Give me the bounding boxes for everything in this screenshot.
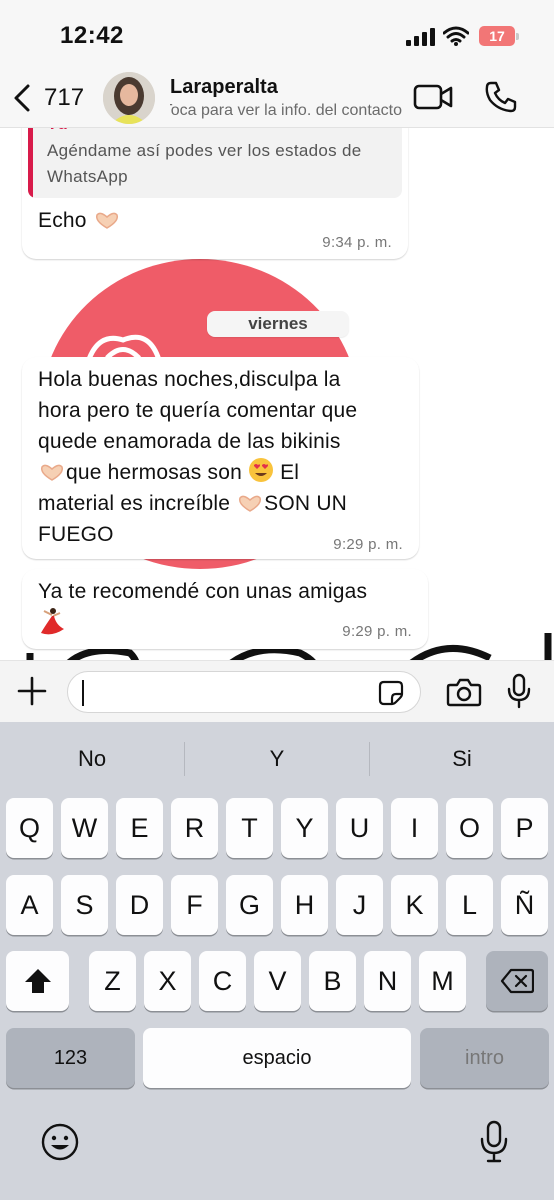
- heart-eyes-emoji-icon: [249, 458, 274, 482]
- contact-name[interactable]: Laraperalta: [170, 76, 278, 99]
- emoji-keyboard-icon[interactable]: [40, 1122, 80, 1162]
- key-z[interactable]: Z: [89, 951, 136, 1011]
- key-p[interactable]: P: [501, 798, 548, 858]
- key-s[interactable]: S: [61, 875, 108, 935]
- backspace-key[interactable]: [486, 951, 548, 1011]
- keyboard: No Y Si Q W E R T Y U I O P A S D F G H …: [0, 722, 554, 1200]
- message-line-text: SON UN: [264, 492, 348, 515]
- sticker-icon[interactable]: [378, 680, 404, 706]
- key-v[interactable]: V: [254, 951, 301, 1011]
- message-line: que hermosas son El: [38, 457, 408, 488]
- key-c[interactable]: C: [199, 951, 246, 1011]
- battery-icon: 17: [479, 26, 519, 46]
- wifi-icon: [443, 26, 469, 46]
- key-u[interactable]: U: [336, 798, 383, 858]
- chat-area[interactable]: Tú Agéndame así podes ver los estados de…: [0, 128, 554, 660]
- key-enye[interactable]: Ñ: [501, 875, 548, 935]
- backspace-icon: [500, 968, 535, 994]
- key-m[interactable]: M: [419, 951, 466, 1011]
- message-text-body: Echo: [38, 209, 87, 232]
- key-b[interactable]: B: [309, 951, 356, 1011]
- space-key[interactable]: espacio: [143, 1028, 411, 1088]
- microphone-icon[interactable]: [506, 673, 532, 709]
- key-o[interactable]: O: [446, 798, 493, 858]
- contact-avatar[interactable]: [103, 72, 155, 124]
- video-call-icon[interactable]: [413, 84, 453, 110]
- suggestion-item[interactable]: Y: [185, 722, 369, 796]
- key-h[interactable]: H: [281, 875, 328, 935]
- contact-info-hint[interactable]: Toca para ver la info. del contacto: [170, 102, 402, 120]
- message-timestamp: 9:34 p. m.: [322, 234, 392, 251]
- message-bubble-incoming[interactable]: Ya te recomendé con unas amigas 9:29 p. …: [22, 569, 428, 649]
- key-k[interactable]: K: [391, 875, 438, 935]
- key-q[interactable]: Q: [6, 798, 53, 858]
- back-chevron-icon[interactable]: [10, 82, 36, 114]
- key-j[interactable]: J: [336, 875, 383, 935]
- shift-arrow-icon: [24, 969, 51, 993]
- message-text: Hola buenas noches,disculpa la hora pero…: [38, 364, 408, 550]
- quoted-text-line: WhatsApp: [47, 167, 128, 186]
- key-d[interactable]: D: [116, 875, 163, 935]
- quoted-text-line: Agéndame así podes ver los estados de: [47, 141, 362, 160]
- dancer-emoji-icon: [41, 608, 64, 635]
- key-w[interactable]: W: [61, 798, 108, 858]
- message-bubble-reply[interactable]: Tú Agéndame así podes ver los estados de…: [22, 128, 408, 259]
- date-separator: viernes: [207, 311, 349, 337]
- key-e[interactable]: E: [116, 798, 163, 858]
- key-r[interactable]: R: [171, 798, 218, 858]
- numbers-key[interactable]: 123: [6, 1028, 135, 1088]
- key-a[interactable]: A: [6, 875, 53, 935]
- status-bar: 12:42 17: [0, 0, 554, 70]
- message-text: Echo: [38, 205, 121, 236]
- message-line: quede enamorada de las bikinis: [38, 430, 341, 453]
- key-f[interactable]: F: [171, 875, 218, 935]
- heart-hands-emoji-icon: [95, 212, 118, 229]
- message-input-bar: [0, 660, 554, 722]
- camera-icon[interactable]: [446, 677, 482, 707]
- back-unread-count[interactable]: 717: [44, 84, 84, 112]
- message-line-text: material es increíble: [38, 492, 231, 515]
- quoted-text: Agéndame así podes ver los estados de Wh…: [47, 138, 397, 190]
- shift-key[interactable]: [6, 951, 69, 1011]
- message-line-text: que hermosas son: [66, 461, 242, 484]
- return-key[interactable]: intro: [420, 1028, 549, 1088]
- key-x[interactable]: X: [144, 951, 191, 1011]
- quoted-author: Tú: [47, 128, 68, 134]
- message-input[interactable]: [67, 671, 421, 713]
- heart-hands-emoji-icon: [40, 464, 64, 481]
- key-l[interactable]: L: [446, 875, 493, 935]
- key-n[interactable]: N: [364, 951, 411, 1011]
- quote-accent-bar: [28, 128, 33, 198]
- chat-header: 717 Laraperalta Toca para ver la info. d…: [0, 70, 554, 128]
- phone-call-icon[interactable]: [484, 80, 518, 114]
- message-bubble-incoming[interactable]: Hola buenas noches,disculpa la hora pero…: [22, 357, 419, 559]
- key-g[interactable]: G: [226, 875, 273, 935]
- message-line: hora pero te quería comentar que: [38, 399, 358, 422]
- text-cursor: [82, 680, 84, 706]
- quoted-message[interactable]: Tú Agéndame así podes ver los estados de…: [28, 128, 402, 198]
- key-i[interactable]: I: [391, 798, 438, 858]
- suggestion-item[interactable]: Si: [370, 722, 554, 796]
- plus-icon[interactable]: [17, 676, 47, 706]
- dictation-microphone-icon[interactable]: [479, 1120, 509, 1164]
- key-t[interactable]: T: [226, 798, 273, 858]
- message-line: Ya te recomendé con unas amigas: [38, 580, 368, 603]
- heart-hands-emoji-icon: [239, 495, 262, 512]
- key-y[interactable]: Y: [281, 798, 328, 858]
- message-line: Hola buenas noches,disculpa la: [38, 368, 341, 391]
- cellular-signal-icon: [406, 28, 436, 46]
- suggestion-item[interactable]: No: [0, 722, 184, 796]
- status-time: 12:42: [60, 22, 124, 49]
- message-timestamp: 9:29 p. m.: [333, 536, 403, 553]
- message-timestamp: 9:29 p. m.: [342, 623, 412, 640]
- message-line-text: El: [280, 461, 300, 484]
- contact-info-hint-text: Toca para ver la info. del contacto: [170, 102, 402, 119]
- message-line: material es increíble SON UN: [38, 488, 408, 519]
